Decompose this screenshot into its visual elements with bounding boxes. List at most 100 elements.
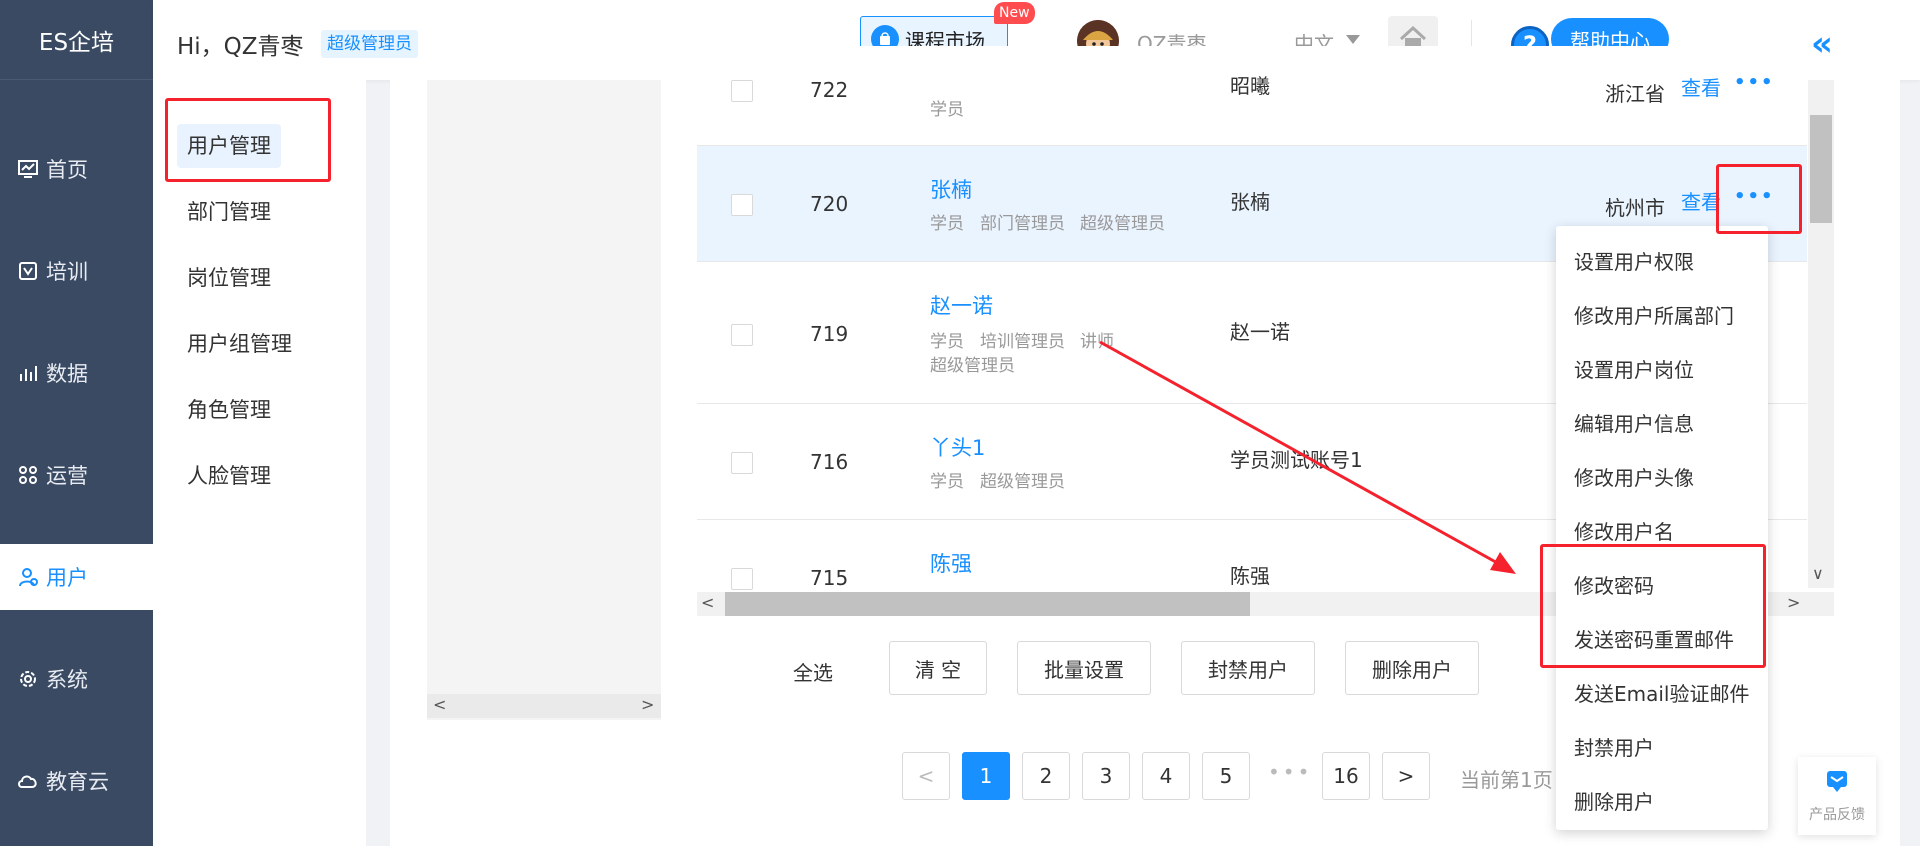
user-role-tag: 超级管理员 xyxy=(1080,214,1165,234)
main-sidebar: ES企培 xyxy=(0,0,153,846)
row-checkbox[interactable] xyxy=(731,324,753,346)
scrollbar-thumb[interactable] xyxy=(725,592,1250,616)
greeting-text: Hi，QZ青枣 xyxy=(177,34,304,60)
sidebar-item-users[interactable]: 用户 xyxy=(0,544,153,610)
scroll-left-icon[interactable]: < xyxy=(433,695,446,714)
sidebar-item-system[interactable]: 系统 xyxy=(0,646,153,712)
collapse-double-chevron-icon[interactable]: « xyxy=(1811,24,1833,64)
user-id: 716 xyxy=(810,450,849,474)
operation-icon xyxy=(16,463,40,487)
row-checkbox[interactable] xyxy=(731,568,753,590)
row-checkbox[interactable] xyxy=(731,194,753,216)
menu-item-ban-user[interactable]: 封禁用户 xyxy=(1574,732,1654,761)
page-button[interactable]: 16 xyxy=(1322,752,1370,800)
next-page-button[interactable]: > xyxy=(1382,752,1430,800)
subnav-item-role-management[interactable]: 角色管理 xyxy=(177,388,281,432)
user-name-link[interactable]: 张楠 xyxy=(930,174,972,204)
ban-users-button[interactable]: 封禁用户 xyxy=(1181,641,1315,695)
sidebar-item-operation[interactable]: 运营 xyxy=(0,442,153,508)
batch-set-button[interactable]: 批量设置 xyxy=(1017,641,1151,695)
user-role-tag: 学员 xyxy=(930,472,964,492)
menu-item-change-department[interactable]: 修改用户所属部门 xyxy=(1574,300,1734,329)
delete-users-button[interactable]: 删除用户 xyxy=(1345,641,1479,695)
current-page-info: 当前第1页 xyxy=(1460,768,1553,792)
user-id: 722 xyxy=(810,78,849,102)
scroll-right-icon[interactable]: > xyxy=(641,695,654,714)
user-role-tag: 培训管理员 xyxy=(980,332,1065,352)
chart-icon xyxy=(16,361,40,385)
training-icon xyxy=(16,259,40,283)
sidebar-item-edu-cloud[interactable]: 教育云 xyxy=(0,748,153,814)
select-all-label[interactable]: 全选 xyxy=(793,657,833,686)
scroll-down-icon[interactable]: ∨ xyxy=(1812,564,1824,583)
highlight-box-password-items xyxy=(1540,544,1766,668)
scroll-right-icon[interactable]: > xyxy=(1787,593,1800,612)
subnav-item-department-management[interactable]: 部门管理 xyxy=(177,190,281,234)
page-button[interactable]: 1 xyxy=(962,752,1010,800)
more-actions-icon[interactable]: ••• xyxy=(1734,72,1775,93)
prev-page-button[interactable]: < xyxy=(902,752,950,800)
sidebar-item-training[interactable]: 培训 xyxy=(0,238,153,304)
left-filter-pane xyxy=(427,80,661,720)
menu-item-delete-user[interactable]: 删除用户 xyxy=(1574,786,1654,815)
product-feedback-button[interactable]: 产品反馈 xyxy=(1798,757,1876,835)
real-name: 陈强 xyxy=(1230,564,1270,588)
feedback-icon xyxy=(1824,768,1850,798)
left-pane-scrollbar[interactable]: < > xyxy=(427,694,661,718)
user-city: 杭州市 xyxy=(1605,196,1665,220)
sidebar-item-label: 用户 xyxy=(46,566,88,590)
scrollbar-thumb[interactable] xyxy=(1810,115,1832,223)
view-link[interactable]: 查看 xyxy=(1681,186,1721,215)
highlight-box-subnav xyxy=(165,98,331,182)
sidebar-item-home[interactable]: 首页 xyxy=(0,136,153,202)
sidebar-item-label: 数据 xyxy=(46,362,88,386)
new-badge: New xyxy=(994,2,1035,24)
user-id: 719 xyxy=(810,322,849,346)
user-name-link[interactable]: 陈强 xyxy=(930,548,972,578)
row-checkbox[interactable] xyxy=(731,80,753,102)
user-role-tag: 部门管理员 xyxy=(980,214,1065,234)
menu-item-set-position[interactable]: 设置用户岗位 xyxy=(1574,354,1694,383)
subnav-item-face-management[interactable]: 人脸管理 xyxy=(177,454,281,498)
subnav-item-position-management[interactable]: 岗位管理 xyxy=(177,256,281,300)
page-button[interactable]: 5 xyxy=(1202,752,1250,800)
real-name: 赵一诺 xyxy=(1230,320,1290,344)
user-role-tag: 学员 xyxy=(930,214,964,234)
clear-button[interactable]: 清 空 xyxy=(889,641,987,695)
user-name-link[interactable]: 丫头1 xyxy=(930,432,985,462)
row-checkbox[interactable] xyxy=(731,452,753,474)
sidebar-item-label: 教育云 xyxy=(46,770,109,794)
pagination-ellipsis[interactable]: ••• xyxy=(1268,760,1312,784)
real-name: 学员测试账号1 xyxy=(1230,448,1363,472)
user-role-tag: 讲师 xyxy=(1080,332,1114,352)
chevron-down-icon[interactable] xyxy=(1346,35,1360,44)
user-subnav: 用户管理 部门管理 岗位管理 用户组管理 角色管理 人脸管理 xyxy=(153,80,366,846)
sidebar-item-data[interactable]: 数据 xyxy=(0,340,153,406)
menu-item-edit-info[interactable]: 编辑用户信息 xyxy=(1574,408,1694,437)
real-name: 张楠 xyxy=(1230,190,1270,214)
feedback-label: 产品反馈 xyxy=(1809,807,1865,823)
user-city: 浙江省 xyxy=(1605,82,1665,106)
page-button[interactable]: 3 xyxy=(1082,752,1130,800)
menu-item-change-username[interactable]: 修改用户名 xyxy=(1574,516,1674,545)
user-role-tag: 学员 xyxy=(930,332,964,352)
user-role-tag: 超级管理员 xyxy=(930,356,1015,376)
real-name: 昭曦 xyxy=(1230,74,1270,98)
table-row[interactable]: 722 学员 昭曦 浙江省 查看 ••• xyxy=(697,46,1807,146)
page-button[interactable]: 2 xyxy=(1022,752,1070,800)
cloud-icon xyxy=(16,769,40,793)
dashboard-icon xyxy=(16,157,40,181)
user-name-link[interactable]: 赵一诺 xyxy=(930,290,993,320)
page-button[interactable]: 4 xyxy=(1142,752,1190,800)
view-link[interactable]: 查看 xyxy=(1681,72,1721,101)
menu-item-set-permissions[interactable]: 设置用户权限 xyxy=(1574,246,1694,275)
menu-item-change-avatar[interactable]: 修改用户头像 xyxy=(1574,462,1694,491)
brand-logo[interactable]: ES企培 xyxy=(0,0,153,80)
scroll-left-icon[interactable]: < xyxy=(701,593,714,612)
user-icon xyxy=(16,565,40,589)
sidebar-item-label: 运营 xyxy=(46,464,88,488)
sidebar-item-label: 首页 xyxy=(46,158,88,182)
menu-item-send-verify-email[interactable]: 发送Email验证邮件 xyxy=(1574,678,1750,707)
subnav-item-usergroup-management[interactable]: 用户组管理 xyxy=(177,322,302,366)
user-roles: 学员 xyxy=(930,100,964,120)
